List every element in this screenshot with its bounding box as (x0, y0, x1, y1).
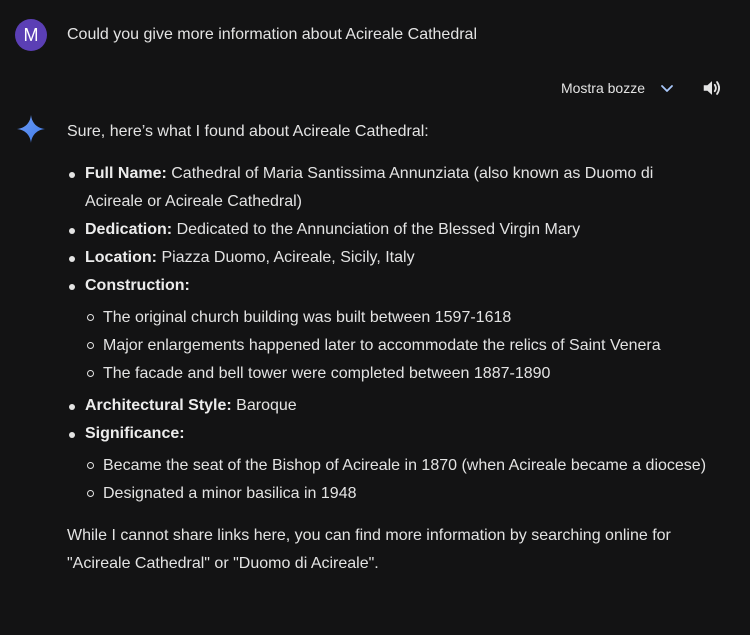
response-intro: Sure, here’s what I found about Acireale… (67, 123, 429, 140)
item-label: Architectural Style: (85, 397, 232, 414)
sub-list-item: The facade and bell tower were completed… (85, 360, 707, 388)
list-item: Location: Piazza Duomo, Acireale, Sicily… (67, 244, 707, 272)
item-text: Piazza Duomo, Acireale, Sicily, Italy (157, 249, 415, 266)
sub-list: The original church building was built b… (85, 304, 707, 388)
sub-list: Became the seat of the Bishop of Acireal… (85, 452, 707, 508)
item-text: Baroque (231, 397, 297, 414)
sub-list-item: Major enlargements happened later to acc… (85, 332, 707, 360)
response-list: Full Name: Cathedral of Maria Santissima… (67, 160, 707, 508)
list-item: Full Name: Cathedral of Maria Santissima… (67, 160, 707, 216)
item-label: Significance: (85, 425, 185, 442)
sub-list-item: Became the seat of the Bishop of Acireal… (85, 452, 707, 480)
list-item: Construction: The original church buildi… (67, 272, 707, 388)
gemini-sparkle-icon (16, 114, 46, 144)
speaker-icon[interactable] (701, 77, 723, 99)
show-drafts-button[interactable]: Mostra bozze (561, 80, 645, 96)
sub-list-item: Designated a minor basilica in 1948 (85, 480, 707, 508)
item-text: Cathedral of Maria Santissima Annunziata… (85, 165, 654, 210)
item-label: Full Name: (85, 165, 167, 182)
sub-list-item: The original church building was built b… (85, 304, 707, 332)
user-prompt-text: Could you give more information about Ac… (67, 26, 478, 43)
chevron-down-icon[interactable] (659, 80, 675, 96)
avatar[interactable]: M (15, 19, 47, 51)
list-item: Significance: Became the seat of the Bis… (67, 420, 707, 508)
item-label: Location: (85, 249, 157, 266)
item-label: Dedication: (85, 221, 173, 238)
user-prompt-row: M Could you give more information about … (15, 19, 477, 51)
drafts-toolbar: Mostra bozze (561, 74, 723, 102)
list-item: Architectural Style: Baroque (67, 392, 707, 420)
assistant-response: Sure, here’s what I found about Acireale… (67, 118, 707, 578)
item-text: Dedicated to the Annunciation of the Ble… (172, 221, 581, 238)
chat-page: M Could you give more information about … (0, 0, 750, 635)
item-label: Construction: (85, 277, 190, 294)
list-item: Dedication: Dedicated to the Annunciatio… (67, 216, 707, 244)
response-closing: While I cannot share links here, you can… (67, 527, 671, 572)
